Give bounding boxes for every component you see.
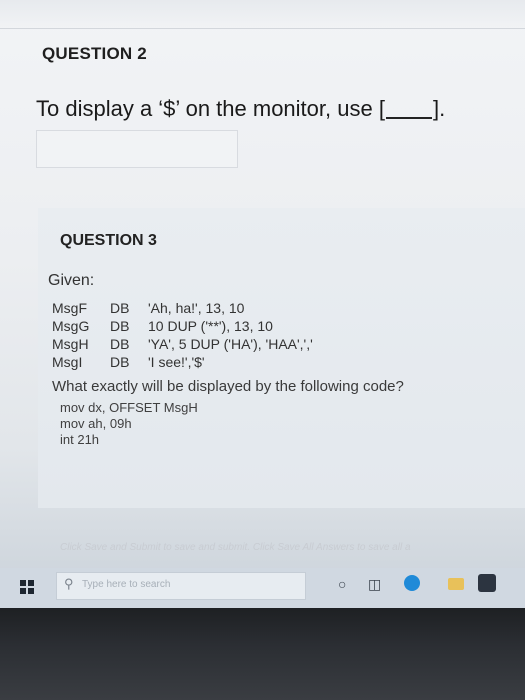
file-explorer-icon[interactable] [448,578,464,590]
save-instructions: Click Save and Submit to save and submit… [60,542,411,553]
code-value: 'YA', 5 DUP ('HA'), 'HAA',',' [148,336,313,352]
asm-line: int 21h [60,432,100,447]
question-2-answer-input[interactable] [36,130,238,168]
windows-start-icon[interactable] [20,580,34,594]
question-2-blank [385,97,432,119]
question-2-text: To display a ‘$’ on the monitor, use []. [36,96,445,122]
divider [0,28,525,29]
code-line: MsgG DB 10 DUP ('**'), 13, 10 [52,318,273,334]
page-top-strip [0,0,525,28]
store-icon[interactable] [478,574,496,592]
taskbar-search-placeholder: Type here to search [82,579,171,590]
browser-screen: QUESTION 2 To display a ‘$’ on the monit… [0,0,525,572]
code-value: 'I see!','$' [148,354,205,370]
asm-line: mov dx, OFFSET MsgH [60,400,198,415]
question-2-text-before: To display a ‘$’ on the monitor, use [ [36,96,385,121]
given-label: Given: [48,272,95,289]
code-value: 'Ah, ha!', 13, 10 [148,300,245,316]
code-directive: DB [110,300,130,316]
code-line: MsgH DB 'YA', 5 DUP ('HA'), 'HAA',',' [52,336,313,352]
monitor-bezel [0,608,525,700]
cortana-icon[interactable]: ○ [338,576,346,592]
code-label: MsgI [52,354,83,370]
task-view-icon[interactable]: ◫ [368,576,381,593]
asm-line: mov ah, 09h [60,416,132,431]
code-directive: DB [110,336,130,352]
question-3-prompt: What exactly will be displayed by the fo… [52,378,404,395]
question-2-text-after: ]. [432,96,446,121]
code-value: 10 DUP ('**'), 13, 10 [148,318,273,334]
question-3-title: QUESTION 3 [60,232,157,249]
code-label: MsgH [52,336,89,352]
code-label: MsgG [52,318,90,334]
code-label: MsgF [52,300,87,316]
code-directive: DB [110,318,130,334]
question-2-title: QUESTION 2 [42,44,147,63]
code-line: MsgI DB 'I see!','$' [52,354,205,370]
search-icon: ⚲ [64,576,74,591]
code-directive: DB [110,354,130,370]
edge-browser-icon[interactable] [404,575,420,591]
code-line: MsgF DB 'Ah, ha!', 13, 10 [52,300,244,316]
